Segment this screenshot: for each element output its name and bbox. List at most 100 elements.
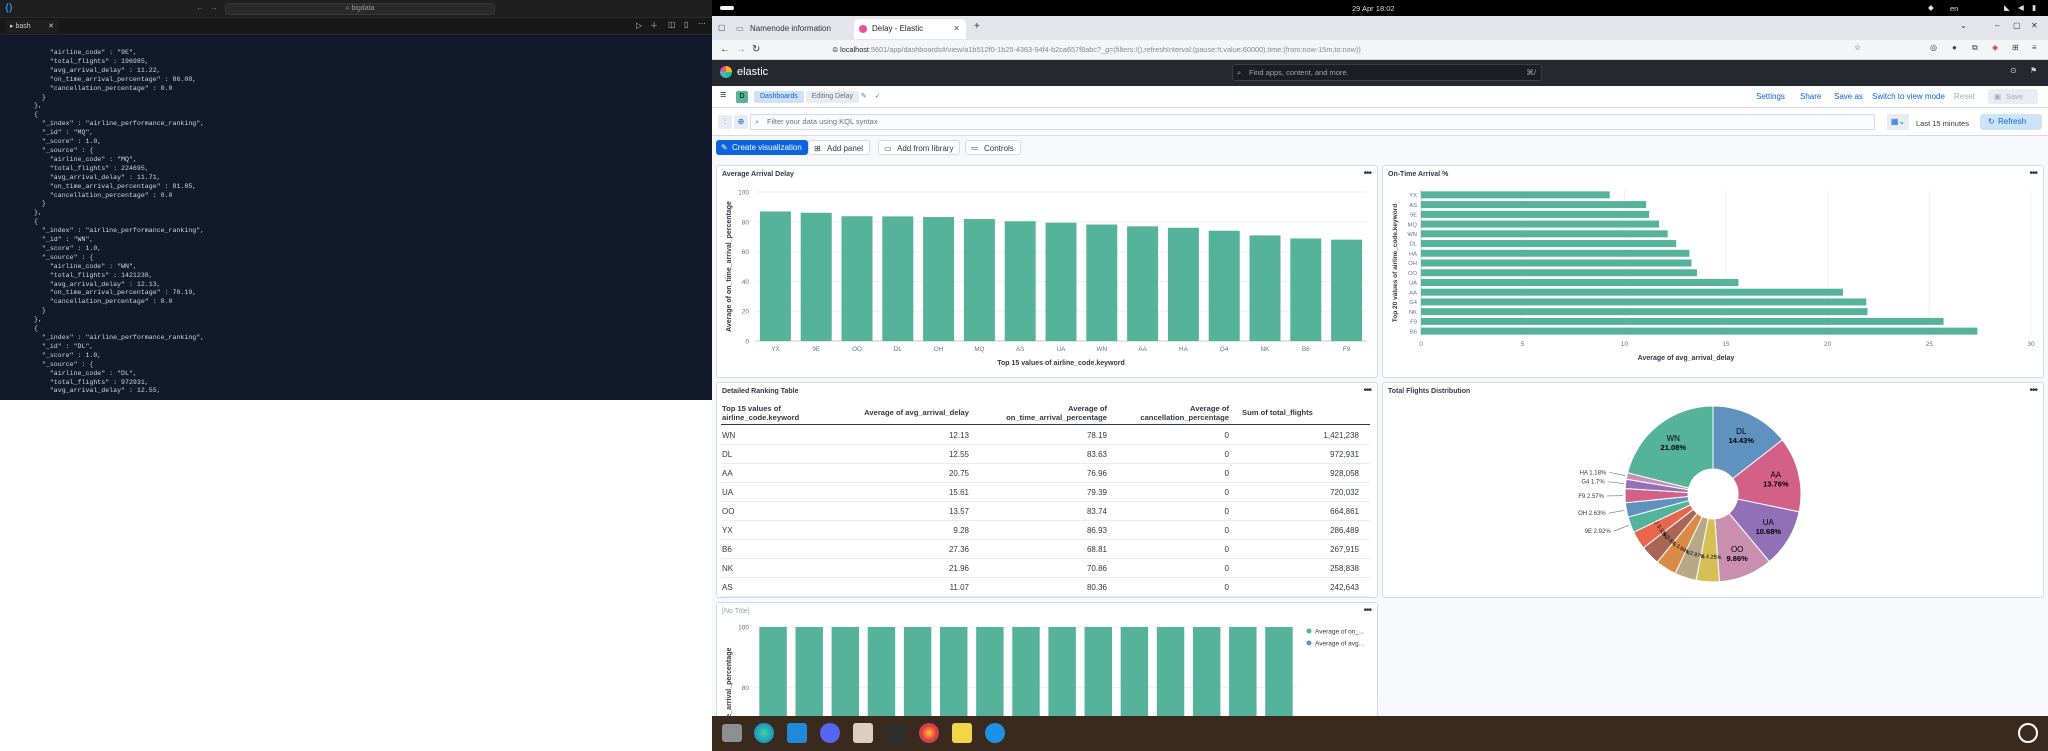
app-icon[interactable] bbox=[853, 723, 873, 743]
minimize-icon[interactable]: – bbox=[1995, 21, 1999, 30]
extension-icon[interactable]: ● bbox=[1952, 43, 1957, 52]
reset-link[interactable]: Reset bbox=[1954, 92, 1975, 101]
extension-3-icon[interactable]: ⊞ bbox=[2012, 43, 2019, 52]
share-link[interactable]: Share bbox=[1800, 92, 1821, 101]
docker-tray-icon[interactable]: ◆ bbox=[1928, 3, 1934, 12]
tab-delay-elastic[interactable]: Delay - Elastic ✕ bbox=[854, 19, 966, 39]
panel-detailed-ranking-table[interactable]: Detailed Ranking Table ••• Top 15 values… bbox=[716, 382, 1378, 598]
bar-YX bbox=[1421, 191, 1610, 199]
discord-icon[interactable] bbox=[820, 723, 840, 743]
terminal-tab[interactable]: ▸ bash ✕ bbox=[6, 20, 58, 33]
calendar-icon[interactable]: ▦⌄ bbox=[1887, 114, 1909, 130]
menu-icon[interactable]: ≡ bbox=[2032, 43, 2037, 52]
time-range-label[interactable]: Last 15 minutes bbox=[1916, 119, 1969, 128]
table-row[interactable]: B6 27.36 68.81 0 267,915 bbox=[721, 540, 1370, 559]
url-bar[interactable]: ⊜ localhost:5601/app/dashboards#/view/a1… bbox=[832, 43, 1632, 57]
switch-view-link[interactable]: Switch to view mode bbox=[1872, 92, 1945, 101]
reload-icon[interactable]: ↻ bbox=[752, 44, 760, 55]
bar-OO bbox=[1421, 269, 1697, 277]
close-window-icon[interactable]: ✕ bbox=[2031, 21, 2038, 30]
panel-total-flights-distribution[interactable]: Total Flights Distribution ••• DL 14.43% A… bbox=[1382, 382, 2044, 598]
activities-icon[interactable] bbox=[720, 6, 734, 10]
battery-icon[interactable]: ▮ bbox=[2032, 3, 2036, 12]
panel-untitled-stacked[interactable]: [No Title] ••• 6080100Average of on_time… bbox=[716, 602, 1378, 716]
close-tab-icon[interactable]: ✕ bbox=[953, 19, 960, 39]
table-row[interactable]: AA 20.75 76.96 0 928,058 bbox=[721, 464, 1370, 483]
trash-icon[interactable]: ▯ bbox=[684, 20, 688, 29]
save-as-link[interactable]: Save as bbox=[1834, 92, 1863, 101]
elastic-logo-icon[interactable] bbox=[720, 66, 732, 78]
edit-pencil-icon[interactable]: ✎ bbox=[861, 93, 867, 100]
text-editor-icon[interactable] bbox=[952, 723, 972, 743]
volume-icon[interactable]: ◀ bbox=[2018, 3, 2024, 12]
pocket-icon[interactable]: ◎ bbox=[1930, 43, 1937, 52]
brand-name[interactable]: elastic bbox=[737, 66, 768, 78]
controls-button[interactable]: ≔ Controls bbox=[965, 140, 1021, 155]
shield-icon[interactable]: ◈ bbox=[1992, 43, 1998, 52]
tab-overview-icon[interactable]: ▢ bbox=[718, 23, 726, 32]
bookmark-star-icon[interactable]: ☆ bbox=[1854, 43, 1861, 52]
help-icon[interactable]: ⊙ bbox=[2010, 66, 2017, 75]
column-header-avg-delay[interactable]: Average of avg_arrival_delay bbox=[851, 408, 969, 418]
nav-menu-icon[interactable]: ≡ bbox=[720, 89, 726, 101]
files-icon[interactable] bbox=[722, 724, 742, 742]
add-panel-button[interactable]: ⊞ Add panel bbox=[808, 140, 871, 155]
panel-on-time-arrival[interactable]: On-Time Arrival % ••• 0 5 10 15 20 25 30 YX AS 9E… bbox=[1382, 165, 2044, 378]
breadcrumb-dashboards[interactable]: Dashboards bbox=[754, 91, 804, 103]
add-filter-button[interactable]: ⊕ bbox=[734, 115, 748, 129]
column-header-airline[interactable]: Top 15 values of airline_code.keyword bbox=[722, 404, 822, 422]
save-button[interactable]: ▣ Save bbox=[1988, 89, 2038, 104]
terminal-app-icon[interactable] bbox=[886, 723, 906, 743]
more-icon[interactable]: ⋯ bbox=[698, 19, 706, 28]
column-header-total-flights[interactable]: Sum of total_flights bbox=[1242, 408, 1352, 418]
close-tab-icon[interactable]: ✕ bbox=[48, 20, 54, 33]
firefox-icon[interactable] bbox=[919, 723, 939, 743]
global-search-input[interactable]: ⌕ Find apps, content, and more. ⌘/ bbox=[1232, 64, 1542, 81]
split-icon[interactable]: ◫ bbox=[668, 20, 676, 29]
column-header-on-time[interactable]: Average of on_time_arrival_percentage bbox=[1003, 404, 1107, 422]
table-row[interactable]: DL 12.55 83.63 0 972,931 bbox=[721, 445, 1370, 464]
extension-2-icon[interactable]: ⧉ bbox=[1972, 43, 1978, 53]
add-from-library-button[interactable]: ▭ Add from library bbox=[878, 140, 961, 155]
tab-list-icon[interactable]: ⌄ bbox=[1960, 21, 1967, 30]
new-terminal-icon[interactable]: ＋ bbox=[650, 20, 658, 31]
maximize-icon[interactable]: ▢ bbox=[2013, 21, 2021, 30]
nav-back-icon[interactable]: ← bbox=[196, 3, 204, 12]
edge-icon[interactable] bbox=[754, 723, 774, 743]
new-tab-icon[interactable]: + bbox=[974, 21, 980, 32]
table-row[interactable]: UA 15.61 79.39 0 720,032 bbox=[721, 483, 1370, 502]
space-avatar[interactable]: D bbox=[736, 91, 748, 103]
refresh-button[interactable]: ↻ Refresh bbox=[1980, 114, 2042, 130]
table-row[interactable]: OO 13.57 83.74 0 664,861 bbox=[721, 502, 1370, 521]
site-info-icon[interactable]: ⊜ bbox=[832, 45, 840, 54]
panel-options-icon[interactable]: ••• bbox=[1363, 385, 1371, 396]
table-row[interactable]: AS 11.07 80.36 0 242,643 bbox=[721, 578, 1370, 597]
wifi-icon[interactable]: ◣ bbox=[2004, 3, 2010, 12]
breadcrumb-current[interactable]: Editing Delay bbox=[805, 91, 859, 103]
forward-icon[interactable]: → bbox=[736, 44, 746, 55]
docker-icon[interactable] bbox=[985, 723, 1005, 743]
kql-input[interactable]: ⌕ Filter your data using KQL syntax bbox=[750, 114, 1875, 130]
column-header-cancellation[interactable]: Average of cancellation_percentage bbox=[1131, 404, 1229, 422]
clock[interactable]: 29 Apr 18:02 bbox=[1352, 4, 1395, 13]
x-tick-label: 25 bbox=[1926, 341, 1934, 348]
news-icon[interactable]: ⚑ bbox=[2030, 66, 2037, 75]
terminal-output[interactable]: "airline_code" : "9E", "total_flights" :… bbox=[0, 36, 712, 400]
run-icon[interactable]: ▷ bbox=[636, 21, 642, 30]
back-icon[interactable]: ← bbox=[720, 44, 730, 55]
table-cell: OO bbox=[722, 507, 735, 516]
vscode-icon[interactable] bbox=[787, 723, 807, 743]
url-host: localhost bbox=[840, 45, 869, 54]
table-row[interactable]: YX 9.28 86.93 0 286,489 bbox=[721, 521, 1370, 540]
filter-menu-button[interactable]: ⫶ bbox=[718, 115, 732, 129]
table-row[interactable]: WN 12.13 78.19 0 1,421,238 bbox=[721, 426, 1370, 445]
command-center-search[interactable]: ⌕ bigdata bbox=[225, 3, 495, 15]
language-indicator[interactable]: en bbox=[1950, 4, 1958, 13]
nav-forward-icon[interactable]: → bbox=[210, 3, 218, 12]
tab-namenode[interactable]: ▭ Namenode information bbox=[732, 20, 850, 38]
create-visualization-button[interactable]: ✎ Create visualization bbox=[716, 140, 808, 155]
table-row[interactable]: NK 21.96 70.86 0 258,838 bbox=[721, 559, 1370, 578]
settings-link[interactable]: Settings bbox=[1756, 92, 1785, 101]
show-apps-icon[interactable] bbox=[2018, 723, 2038, 743]
panel-average-arrival-delay[interactable]: Average Arrival Delay ••• 0 20 40 60 80 100 YX… bbox=[716, 165, 1378, 378]
